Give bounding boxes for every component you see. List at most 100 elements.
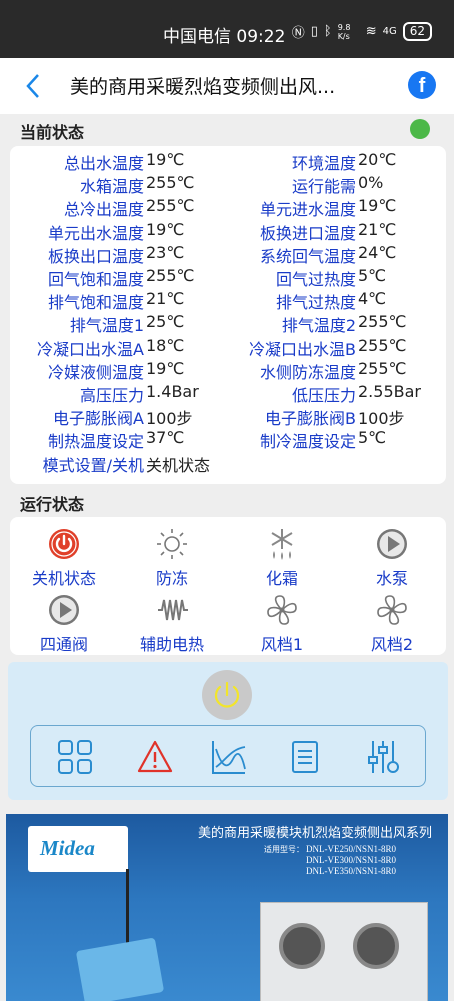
status-label: 板换出口温度 [47,246,144,266]
run-status-item: 风档2 [342,593,442,655]
nfc-icon: Ⓝ [291,26,305,41]
power-icon [214,681,240,708]
controller-device-image [75,937,165,1001]
list-icon[interactable] [287,739,323,775]
run-status-item: 水泵 [342,527,442,589]
status-value: 19℃ [358,196,397,216]
power-icon [49,529,79,559]
status-value: 关机状态 [146,455,211,475]
play-icon [377,529,407,559]
status-row: 模式设置/关机 关机状态 [10,452,446,475]
status-label: 低压压力 [291,386,356,405]
status-value: 19℃ [146,219,185,239]
status-icons: Ⓝ ▯ ᛒ 9.8 K/s ≋ 4G 62 [292,22,432,41]
run-status-item: 关机状态 [14,527,114,589]
status-row: 排气饱和温度 21℃ 排气过热度 4℃ [10,289,446,312]
carrier-time: 中国电信 09:22 [163,27,286,47]
status-row: 总冷出温度 255℃ 单元进水温度 19℃ [10,196,446,219]
product-banner[interactable]: Midea 美的商用采暖模块机烈焰变频侧出风系列 适用型号： DNL-VE250… [6,814,448,1001]
speed-readout: 9.8 K/s [337,22,351,41]
status-label: 电子膨胀阀B [265,409,356,429]
status-value: 255℃ [146,196,195,216]
status-row: 板换出口温度 23℃ 系统回气温度 24℃ [10,243,446,266]
status-value: 21℃ [358,219,397,239]
heater-icon [158,599,188,621]
battery-icon: 62 [402,22,432,41]
run-status-item: 化霜 [232,527,332,589]
status-label: 制冷温度设定 [259,432,356,452]
banner-models: 适用型号： DNL-VE250/NSN1-8R0 DNL-VE300/NSN1-… [264,844,396,876]
run-status-label: 风档2 [370,635,414,654]
bluetooth-icon: ᛒ [323,24,332,39]
status-row: 单元出水温度 19℃ 板换进口温度 21℃ [10,220,446,243]
chart-icon[interactable] [211,739,247,775]
status-row: 冷媒液侧温度 19℃ 水侧防冻温度 255℃ [10,359,446,382]
status-label: 回气饱和温度 [47,270,144,289]
unit-fan-image [279,923,325,969]
status-label: 高压压力 [79,386,144,405]
status-value: 4℃ [358,289,387,309]
run-status-card: 关机状态 防冻 化霜 水泵四通阀 辅助电热 风档1 风档2 [10,517,446,655]
status-row: 电子膨胀阀A 100步 电子膨胀阀B 100步 [10,405,446,428]
status-label: 系统回气温度 [259,246,356,266]
status-value: 100步 [358,409,405,429]
status-value: 255℃ [146,173,195,193]
run-status-label: 关机状态 [31,569,96,588]
status-value: 37℃ [146,428,185,448]
status-label: 运行能需 [291,177,356,197]
status-card: 总出水温度 19℃ 环境温度 20℃ 水箱温度 255℃ 运行能需 0% 总冷出温度 255℃ 单元… [10,146,446,484]
status-label: 水箱温度 [79,177,144,197]
antenna-image [126,869,129,949]
power-button[interactable] [202,670,252,720]
status-value: 23℃ [146,242,185,262]
run-status-item: 风档1 [232,593,332,655]
status-row: 高压压力 1.4Bar 低压压力 2.55Bar [10,382,446,405]
current-status-title: 当前状态 [20,123,85,142]
status-row: 冷凝口出水温A 18℃ 冷凝口出水温B 255℃ [10,336,446,359]
run-status-item: 防冻 [122,527,222,589]
run-status-label: 四通阀 [39,635,88,654]
status-value: 5℃ [358,266,387,285]
status-value: 2.55Bar [358,382,421,401]
status-label: 冷凝口出水温B [249,339,356,359]
status-value: 24℃ [358,242,397,262]
back-arrow-icon[interactable] [24,72,42,100]
grid-icon[interactable] [57,739,93,775]
run-status-label: 化霜 [265,569,298,588]
run-status-title: 运行状态 [20,495,85,514]
control-toolbar [30,725,426,787]
status-value: 19℃ [146,150,185,169]
status-row: 制热温度设定 37℃ 制冷温度设定 5℃ [10,428,446,451]
page-title: 美的商用采暖烈焰变频侧出风... [70,76,336,98]
status-value: 100步 [146,409,193,429]
status-label: 排气温度2 [281,316,356,336]
settings-sliders-icon[interactable] [365,739,401,775]
status-label: 环境温度 [291,154,356,173]
run-status-label: 辅助电热 [139,635,204,654]
heat-pump-unit-image [260,902,428,1001]
status-row: 回气饱和温度 255℃ 回气过热度 5℃ [10,266,446,289]
status-value: 255℃ [358,335,407,355]
app-header: 美的商用采暖烈焰变频侧出风... f [0,58,454,114]
network-type: 4G [382,26,397,37]
warning-icon[interactable] [137,739,173,775]
run-status-label: 风档1 [260,635,304,654]
status-value: 0% [358,173,384,193]
status-label: 冷凝口出水温A [37,339,144,359]
midea-logo: Midea [28,826,128,872]
status-label: 排气温度1 [69,316,144,336]
status-row: 水箱温度 255℃ 运行能需 0% [10,173,446,196]
snowflake-icon [271,529,293,560]
status-value: 255℃ [358,358,407,378]
status-label: 模式设置/关机 [42,455,144,475]
vibrate-icon: ▯ [310,24,318,39]
control-panel [8,662,448,800]
unit-fan-image [353,923,399,969]
status-label: 板换进口温度 [259,223,356,243]
status-label: 制热温度设定 [47,432,144,452]
status-bar: 中国电信 09:22 Ⓝ ▯ ᛒ 9.8 K/s ≋ 4G 62 [0,0,454,58]
status-value: 18℃ [146,335,185,355]
facebook-icon[interactable]: f [408,71,436,99]
status-value: 1.4Bar [146,382,199,401]
status-label: 排气饱和温度 [47,293,144,313]
